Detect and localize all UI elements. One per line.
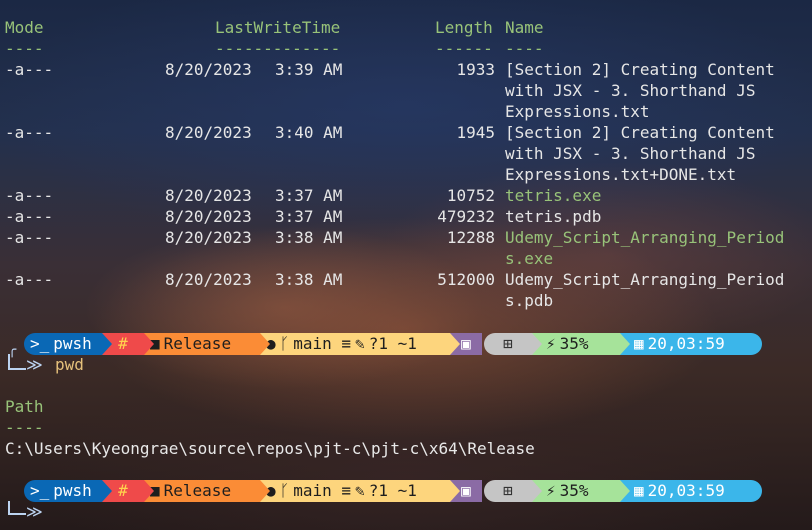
row-length: 10752 — [446, 186, 495, 205]
underline-lastwritetime: ------------- — [215, 39, 341, 58]
row-name: Expressions.txt — [505, 102, 650, 121]
row-time: 3:39 AM — [275, 60, 343, 79]
prompt-glyph[interactable]: ≫ — [26, 502, 43, 521]
row-name: [Section 2] Creating Content — [505, 60, 775, 79]
row-time: 3:38 AM — [275, 228, 343, 247]
os-segment: ⊞ — [484, 480, 542, 502]
header-name: Name — [505, 18, 544, 37]
row-name: Udemy_Script_Arranging_Period — [505, 228, 785, 247]
os-segment: ⊞ — [484, 333, 542, 355]
calendar-icon: ▦ — [634, 481, 644, 500]
header-lastwritetime: LastWriteTime — [215, 18, 341, 37]
clock-value: 20,03:59 — [647, 481, 725, 500]
terminal-icon: >_ — [30, 334, 50, 353]
row-time: 3:37 AM — [275, 207, 343, 226]
row-length: 479232 — [437, 207, 495, 226]
battery-segment: ⚡ 35% — [532, 480, 630, 502]
pwd-path: C:\Users\Kyeongrae\source\repos\pjt-c\pj… — [5, 439, 535, 458]
row-name: Udemy_Script_Arranging_Period — [505, 270, 785, 289]
time-segment: ▦ 20,03:59 — [620, 480, 762, 502]
underline-mode: ---- — [5, 39, 44, 58]
branch-name: main ≡ — [293, 481, 352, 500]
row-name: with JSX - 3. Shorthand JS — [505, 144, 756, 163]
underline-length: ------ — [435, 39, 493, 58]
row-name: [Section 2] Creating Content — [505, 123, 775, 142]
header-mode: Mode — [5, 18, 44, 37]
row-mode: -a--- — [5, 270, 54, 289]
path-segment: ■ Release — [144, 480, 270, 502]
folder-name: Release — [163, 334, 232, 353]
edit-icon: ✎ — [355, 334, 365, 353]
row-name: Expressions.txt+DONE.txt — [505, 165, 737, 184]
time-segment: ▦ 20,03:59 — [620, 333, 762, 355]
row-mode: -a--- — [5, 228, 54, 247]
executiontime-icon: ▣ — [461, 334, 471, 353]
prompt-bar: >_ pwsh # ■ Release ● ᚴ main ≡ ✎ ?1 ~1 ▣… — [24, 333, 762, 355]
executiontime-icon: ▣ — [461, 481, 471, 500]
windows-icon: ⊞ — [503, 334, 513, 353]
plug-icon: ⚡ — [546, 334, 556, 353]
row-name: with JSX - 3. Shorthand JS — [505, 81, 756, 100]
row-length: 1933 — [456, 60, 495, 79]
row-date: 8/20/2023 — [165, 270, 252, 289]
shell-segment: >_ pwsh — [24, 333, 112, 355]
branch-icon: ᚴ — [279, 481, 290, 500]
battery-level: 35% — [559, 334, 589, 353]
shell-name: pwsh — [53, 334, 92, 353]
row-time: 3:37 AM — [275, 186, 343, 205]
row-date: 8/20/2023 — [165, 207, 252, 226]
terminal-icon: >_ — [30, 481, 50, 500]
row-time: 3:38 AM — [275, 270, 343, 289]
prompt-glyph: ≫ — [26, 355, 43, 374]
row-mode: -a--- — [5, 60, 54, 79]
battery-segment: ⚡ 35% — [532, 333, 630, 355]
root-hash: # — [118, 481, 128, 500]
row-length: 12288 — [446, 228, 495, 247]
row-date: 8/20/2023 — [165, 186, 252, 205]
command-text: pwd — [55, 355, 84, 374]
calendar-icon: ▦ — [634, 334, 644, 353]
row-date: 8/20/2023 — [165, 60, 252, 79]
row-date: 8/20/2023 — [165, 228, 252, 247]
row-mode: -a--- — [5, 186, 54, 205]
row-time: 3:40 AM — [275, 123, 343, 142]
git-segment: ● ᚴ main ≡ ✎ ?1 ~1 — [260, 480, 460, 502]
windows-icon: ⊞ — [503, 481, 513, 500]
row-mode: -a--- — [5, 123, 54, 142]
row-mode: -a--- — [5, 207, 54, 226]
row-name: tetris.exe — [505, 186, 602, 205]
folder-name: Release — [163, 481, 232, 500]
underline-name: ---- — [505, 39, 544, 58]
prompt-connector — [8, 501, 26, 515]
pwd-header: Path — [5, 397, 44, 416]
row-length: 512000 — [437, 270, 495, 289]
row-length: 1945 — [456, 123, 495, 142]
git-changes: ?1 ~1 — [368, 481, 417, 500]
git-segment: ● ᚴ main ≡ ✎ ?1 ~1 — [260, 333, 460, 355]
branch-icon: ᚴ — [279, 334, 290, 353]
edit-icon: ✎ — [355, 481, 365, 500]
row-date: 8/20/2023 — [165, 123, 252, 142]
row-name: s.pdb — [505, 291, 554, 310]
prompt-connector — [8, 354, 26, 370]
battery-level: 35% — [559, 481, 589, 500]
row-name: s.exe — [505, 249, 554, 268]
branch-name: main ≡ — [293, 334, 352, 353]
clock-value: 20,03:59 — [647, 334, 725, 353]
prompt-bar-current: >_ pwsh # ■ Release ● ᚴ main ≡ ✎ ?1 ~1 ▣… — [24, 480, 762, 502]
git-changes: ?1 ~1 — [368, 334, 417, 353]
shell-name: pwsh — [53, 481, 92, 500]
row-name: tetris.pdb — [505, 207, 602, 226]
root-hash: # — [118, 334, 128, 353]
pwd-underline: ---- — [5, 418, 44, 437]
header-length: Length — [435, 18, 493, 37]
shell-segment: >_ pwsh — [24, 480, 112, 502]
plug-icon: ⚡ — [546, 481, 556, 500]
path-segment: ■ Release — [144, 333, 270, 355]
